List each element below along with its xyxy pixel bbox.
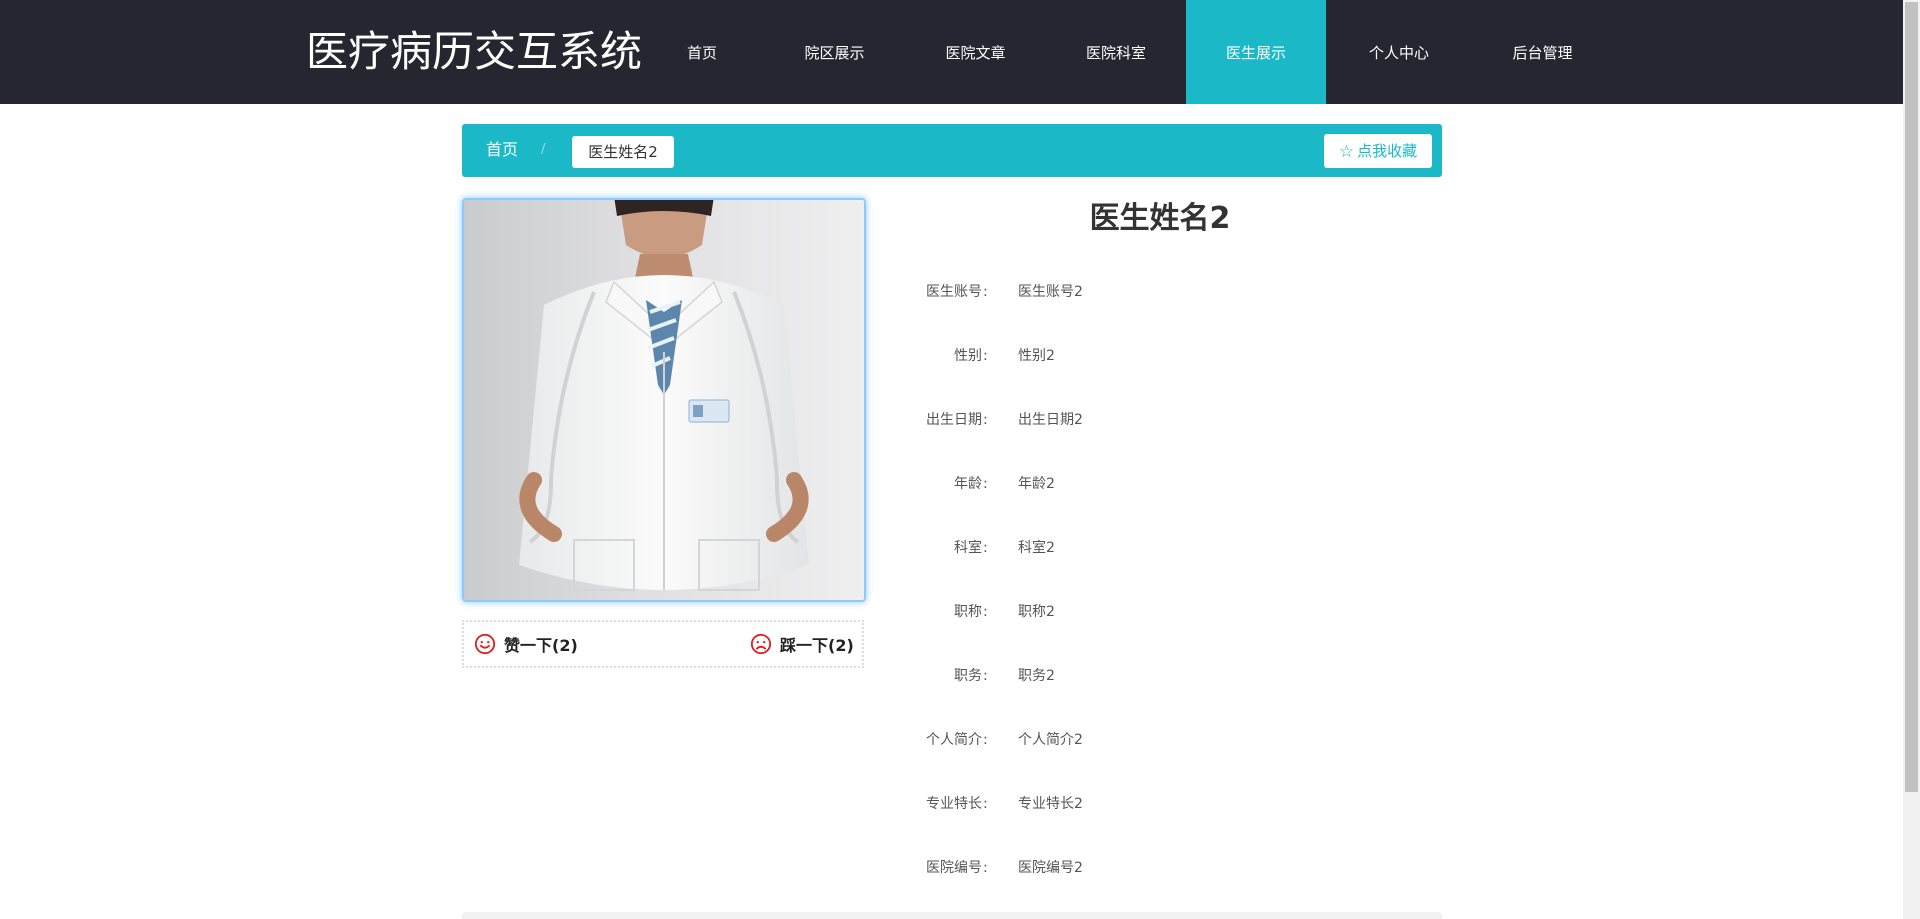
- doctor-info-label: 医生账号: [926, 284, 982, 300]
- doctor-info-value: 科室2: [1018, 540, 1055, 556]
- main-nav: 首页 院区展示 医院文章 医院科室 医生展示 个人中心 后台管理: [640, 0, 1613, 104]
- nav-item-home[interactable]: 首页: [640, 0, 764, 104]
- dislike-count-label: 踩一下(2): [780, 636, 854, 655]
- doctor-name: 医生姓名2: [1089, 201, 1231, 236]
- doctor-info-label: 出生日期: [926, 412, 982, 428]
- frown-icon: [750, 633, 772, 655]
- favorite-button[interactable]: ☆ 点我收藏: [1324, 134, 1432, 168]
- doctor-info-value: 职务2: [1018, 668, 1055, 684]
- doctor-info-colon: :: [983, 732, 988, 748]
- vote-box: 赞一下(2) 踩一下(2): [462, 620, 864, 668]
- breadcrumb-separator: /: [541, 142, 546, 157]
- doctor-photo: [462, 198, 866, 602]
- nav-item-personal-center[interactable]: 个人中心: [1326, 0, 1472, 104]
- site-title: 医疗病历交互系统: [306, 27, 643, 76]
- page-scrollbar[interactable]: [1903, 0, 1920, 919]
- star-outline-icon: ☆: [1338, 142, 1355, 162]
- doctor-info-colon: :: [983, 284, 988, 300]
- scrollbar-thumb[interactable]: [1905, 2, 1918, 792]
- doctor-info-colon: :: [983, 796, 988, 812]
- doctor-info-value: 医生账号2: [1018, 284, 1083, 300]
- doctor-info-label: 个人简介: [926, 732, 982, 748]
- doctor-info-label: 专业特长: [926, 796, 982, 812]
- doctor-info-colon: :: [983, 540, 988, 556]
- doctor-info-value: 职称2: [1018, 604, 1055, 620]
- like-count-label: 赞一下(2): [504, 636, 578, 655]
- content-bottom-divider: [462, 912, 1442, 919]
- favorite-button-label: 点我收藏: [1357, 142, 1418, 160]
- doctor-info-label: 医院编号: [926, 860, 982, 876]
- doctor-info-colon: :: [983, 412, 988, 428]
- dislike-button[interactable]: 踩一下(2): [750, 632, 854, 656]
- breadcrumb-home-link[interactable]: 首页: [486, 140, 518, 160]
- like-button[interactable]: 赞一下(2): [474, 632, 578, 656]
- doctor-info-value: 专业特长2: [1018, 796, 1083, 812]
- doctor-info-colon: :: [983, 348, 988, 364]
- doctor-info-value: 年龄2: [1018, 476, 1055, 492]
- doctor-info-value: 出生日期2: [1018, 412, 1083, 428]
- doctor-info-colon: :: [983, 476, 988, 492]
- doctor-info-label: 职务: [954, 668, 982, 684]
- doctor-info-colon: :: [983, 604, 988, 620]
- nav-item-articles[interactable]: 医院文章: [905, 0, 1046, 104]
- nav-item-admin[interactable]: 后台管理: [1472, 0, 1613, 104]
- doctor-info-label: 性别: [954, 348, 982, 364]
- doctor-info-value: 医院编号2: [1018, 860, 1083, 876]
- doctor-detail-page: 医疗病历交互系统 首页 院区展示 医院文章 医院科室 医生展示 个人中心 后台管…: [0, 0, 1920, 919]
- doctor-info-value: 性别2: [1018, 348, 1055, 364]
- top-navigation-bar: 医疗病历交互系统 首页 院区展示 医院文章 医院科室 医生展示 个人中心 后台管…: [0, 0, 1903, 104]
- doctor-illustration: [464, 200, 864, 600]
- breadcrumb-current: 医生姓名2: [572, 136, 674, 168]
- nav-item-departments[interactable]: 医院科室: [1046, 0, 1186, 104]
- nav-item-doctors[interactable]: 医生展示: [1186, 0, 1326, 104]
- doctor-info-value: 个人简介2: [1018, 732, 1083, 748]
- nav-item-campus[interactable]: 院区展示: [764, 0, 905, 104]
- breadcrumb: 首页 / 医生姓名2 ☆ 点我收藏: [462, 124, 1442, 177]
- doctor-info-label: 科室: [954, 540, 982, 556]
- doctor-info-colon: :: [983, 860, 988, 876]
- smile-icon: [474, 633, 496, 655]
- doctor-info-label: 年龄: [954, 476, 982, 492]
- doctor-info-label: 职称: [954, 604, 982, 620]
- doctor-info-colon: :: [983, 668, 988, 684]
